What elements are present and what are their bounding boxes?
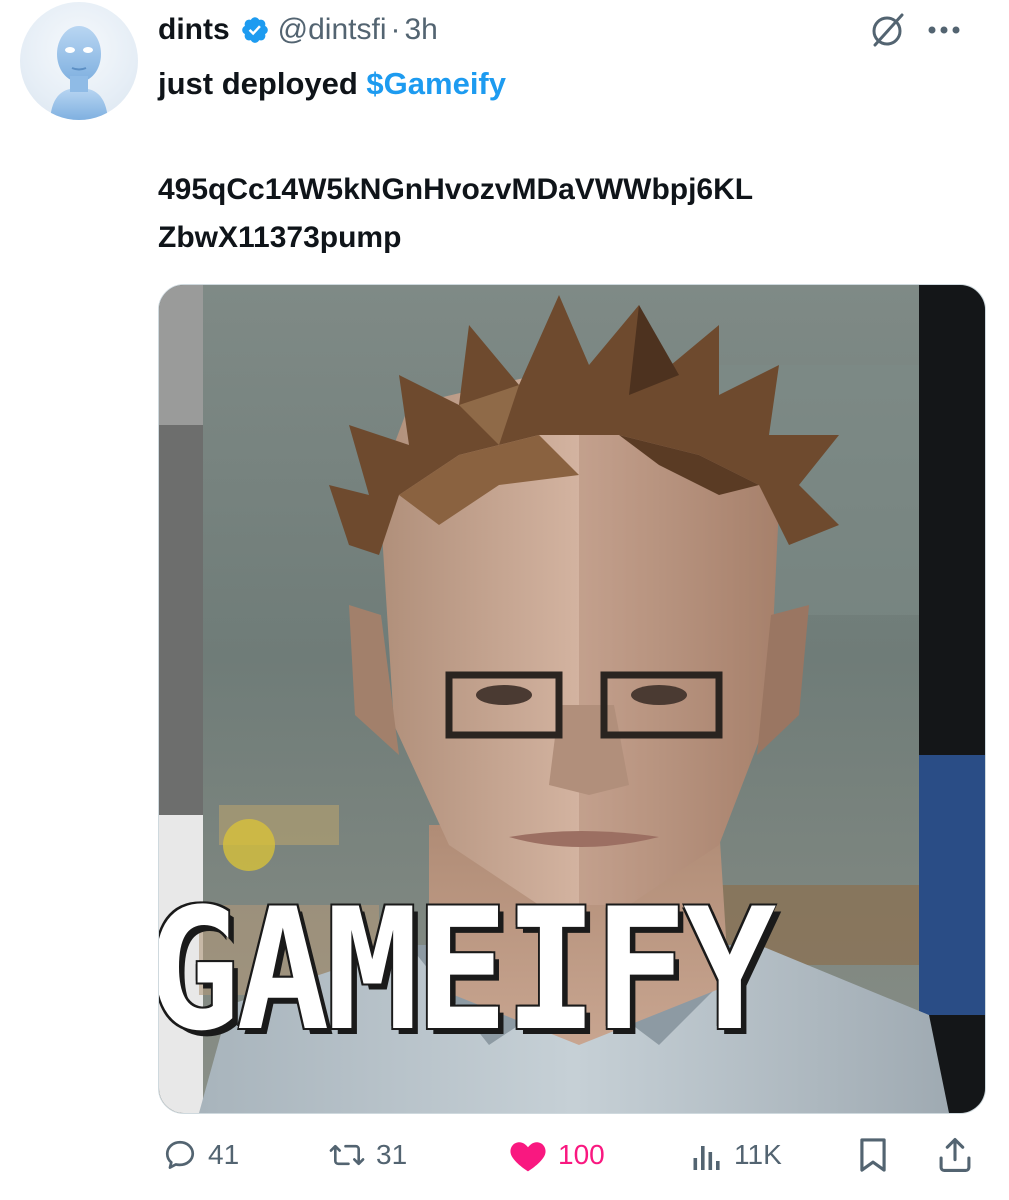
share-button[interactable] — [938, 1130, 972, 1180]
avatar[interactable] — [20, 2, 138, 120]
bookmark-icon — [860, 1138, 886, 1172]
contract-address-line-1: 495qCc14W5kNGnHvozvMDaVWWbpj6KL — [158, 173, 754, 206]
more-options-icon[interactable] — [926, 12, 962, 48]
grok-icon[interactable] — [868, 10, 908, 50]
media-image[interactable]: GAMEIFY — [158, 284, 986, 1114]
contract-address-line-2: ZbwX11373pump — [158, 221, 402, 254]
tweet-header: dints @dintsfi · 3h — [158, 8, 438, 52]
contract-address: 495qCc14W5kNGnHvozvMDaVWWbpj6KL ZbwX1137… — [158, 166, 958, 262]
like-count: 100 — [558, 1139, 605, 1170]
reply-button[interactable]: 41 — [162, 1130, 239, 1180]
like-button[interactable]: 100 — [508, 1130, 605, 1180]
view-count: 11K — [734, 1139, 782, 1170]
tweet-text-prefix: just deployed — [158, 66, 367, 101]
heart-icon — [510, 1142, 546, 1172]
repost-icon — [329, 1144, 365, 1166]
cashtag-link[interactable]: $Gameify — [366, 66, 506, 101]
timestamp[interactable]: 3h — [405, 13, 438, 47]
bookmark-button[interactable] — [856, 1130, 890, 1180]
verified-badge-icon — [240, 15, 270, 45]
views-icon — [693, 1146, 720, 1170]
tweet-text: just deployed $Gameify — [158, 66, 506, 102]
share-icon — [939, 1138, 971, 1172]
repost-button[interactable]: 31 — [328, 1130, 407, 1180]
reply-count: 41 — [208, 1139, 240, 1170]
handle[interactable]: @dintsfi — [278, 13, 387, 47]
views-button[interactable]: 11K — [690, 1130, 782, 1180]
reply-icon — [165, 1140, 195, 1169]
avatar-image — [50, 26, 108, 120]
display-name[interactable]: dints — [158, 13, 230, 47]
tweet: dints @dintsfi · 3h just deployed $Gamei… — [0, 0, 1009, 1200]
separator-dot: · — [390, 13, 401, 46]
tweet-actions: 41 31 100 11K — [158, 1130, 988, 1180]
repost-count: 31 — [376, 1139, 408, 1170]
media-overlay-text: GAMEIFY — [158, 872, 776, 1068]
header-actions — [868, 10, 962, 50]
